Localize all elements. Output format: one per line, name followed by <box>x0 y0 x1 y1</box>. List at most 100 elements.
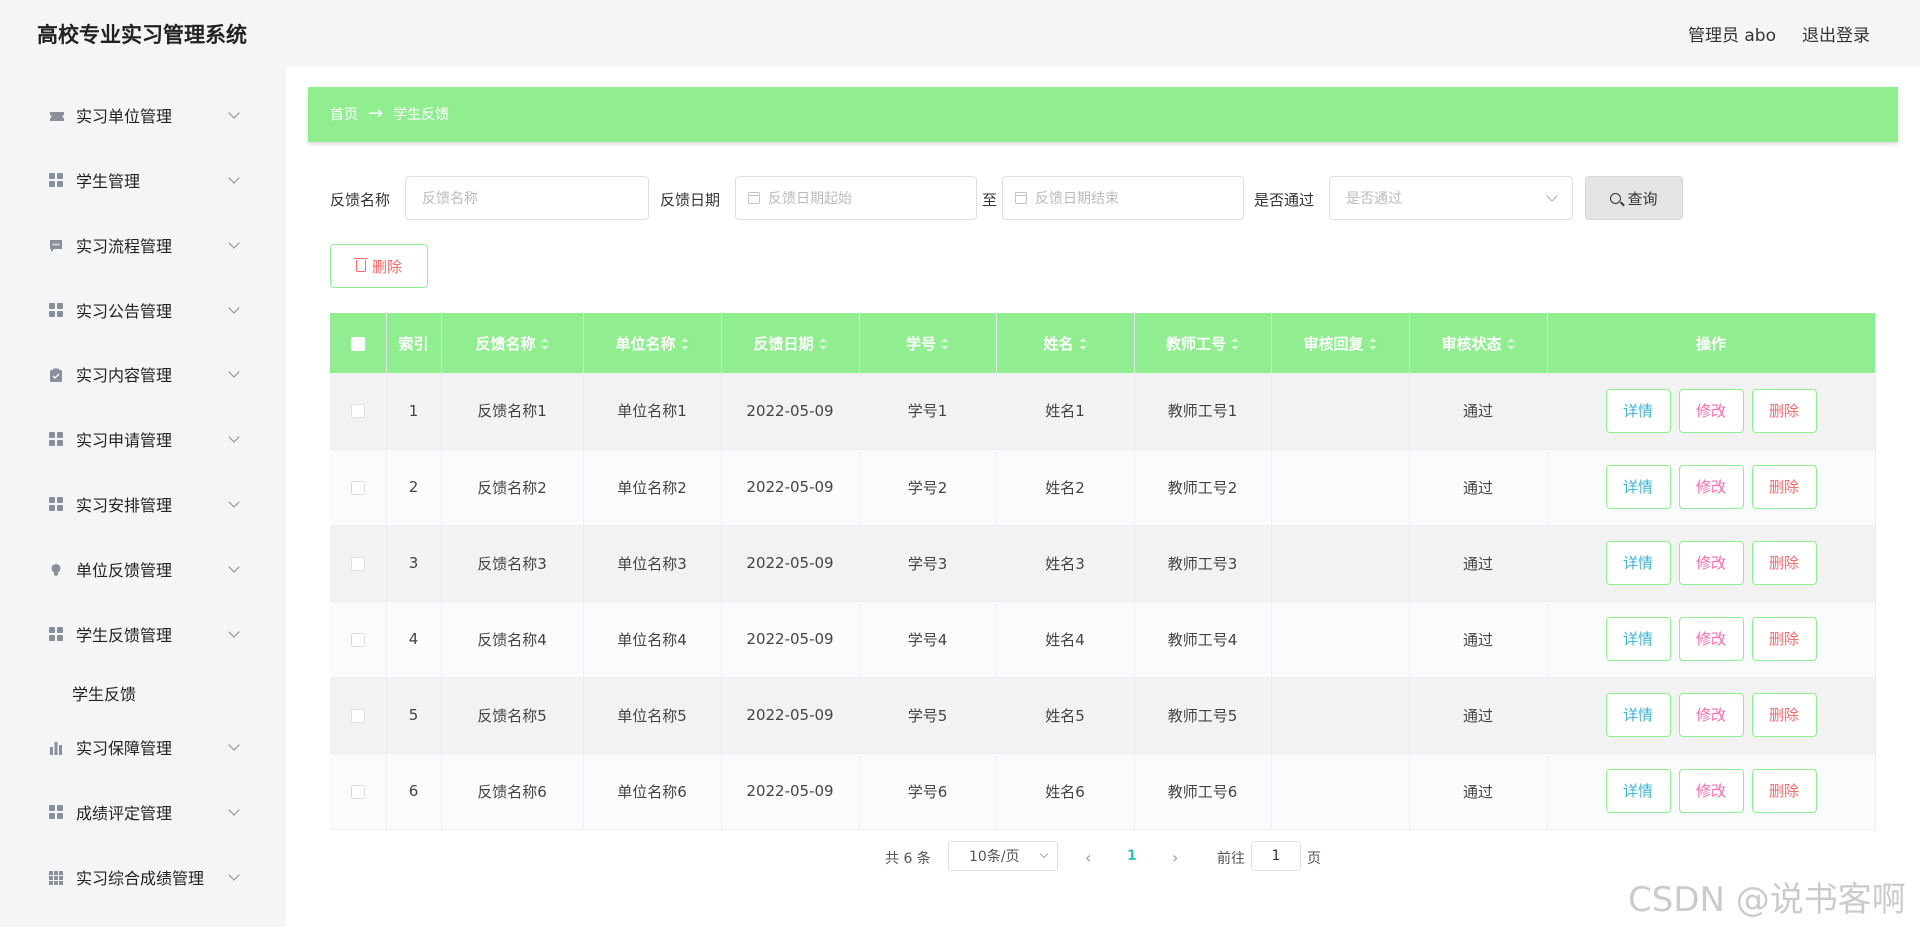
edit-button[interactable]: 修改 <box>1678 541 1744 585</box>
pass-status-label: 是否通过 <box>1254 191 1315 209</box>
row-checkbox[interactable] <box>350 708 365 723</box>
sidebar-item-guarantee-management[interactable]: 实习保障管理 <box>0 727 286 767</box>
delete-button[interactable]: 删除 <box>1751 617 1817 661</box>
column-header[interactable]: 姓名 <box>996 313 1135 373</box>
chevron-down-icon <box>228 237 240 249</box>
column-header[interactable]: 学号 <box>859 313 997 373</box>
watermark: CSDN @说书客啊 <box>1628 880 1906 920</box>
chat-icon <box>49 238 63 252</box>
page-number-current[interactable]: 1 <box>1127 848 1137 864</box>
prev-page-button[interactable]: ‹ <box>1085 848 1091 867</box>
next-page-button[interactable]: › <box>1172 848 1178 867</box>
chevron-down-icon <box>1039 849 1049 859</box>
index-cell: 5 <box>386 677 442 754</box>
sidebar-item-notice-management[interactable]: 实习公告管理 <box>0 290 286 330</box>
status-cell: 通过 <box>1409 449 1548 526</box>
batch-delete-button[interactable]: 删除 <box>330 244 428 288</box>
column-header[interactable]: 反馈名称 <box>441 313 584 373</box>
actions-cell: 详情 修改 删除 <box>1547 753 1876 830</box>
pass-status-select[interactable]: 是否通过 <box>1329 176 1573 220</box>
reply-cell <box>1271 601 1410 678</box>
batch-delete-label: 删除 <box>371 257 402 276</box>
edit-button[interactable]: 修改 <box>1678 693 1744 737</box>
select-all-checkbox[interactable] <box>350 336 365 351</box>
breadcrumb: 首页 → 学生反馈 <box>330 104 449 124</box>
teacher-no-cell: 教师工号1 <box>1134 373 1272 450</box>
sort-icon[interactable] <box>540 338 549 350</box>
detail-button[interactable]: 详情 <box>1605 617 1671 661</box>
date-range-separator: 至 <box>982 191 998 209</box>
column-header-label: 学号 <box>905 334 936 353</box>
bulb-icon <box>49 562 63 576</box>
breadcrumb-arrow-icon: → <box>368 103 384 124</box>
edit-button[interactable]: 修改 <box>1678 388 1744 433</box>
sidebar-item-student-feedback-management[interactable]: 学生反馈管理 <box>0 614 286 654</box>
logout-button[interactable]: 退出登录 <box>1802 21 1870 46</box>
query-button[interactable]: 查询 <box>1585 176 1683 220</box>
goto-suffix: 页 <box>1307 851 1321 867</box>
delete-button[interactable]: 删除 <box>1751 769 1817 813</box>
breadcrumb-home[interactable]: 首页 <box>330 104 358 124</box>
column-header[interactable]: 教师工号 <box>1134 313 1272 373</box>
feedback-name-input[interactable]: 反馈名称 <box>405 176 649 220</box>
detail-button[interactable]: 详情 <box>1605 541 1671 585</box>
search-form: 反馈名称 反馈名称 反馈日期 反馈日期起始 至 反馈日期结束 是否通过 是否通过… <box>0 176 1920 220</box>
detail-button[interactable]: 详情 <box>1605 769 1671 813</box>
actions-cell: 详情 修改 删除 <box>1547 525 1876 602</box>
sidebar-item-unit-feedback-management[interactable]: 单位反馈管理 <box>0 549 286 589</box>
edit-button[interactable]: 修改 <box>1678 617 1744 661</box>
table-row: 1 反馈名称1 单位名称1 2022-05-09 学号1 姓名1 教师工号1 通… <box>330 373 1876 450</box>
sidebar-item-application-management[interactable]: 实习申请管理 <box>0 419 286 459</box>
sort-icon[interactable] <box>1231 338 1239 350</box>
top-header: 高校专业实习管理系统 管理员 abo 退出登录 <box>0 0 1920 66</box>
delete-button[interactable]: 删除 <box>1751 465 1817 509</box>
row-select-cell <box>330 601 387 678</box>
detail-button[interactable]: 详情 <box>1605 465 1671 509</box>
chevron-down-icon <box>228 366 240 378</box>
sort-icon[interactable] <box>680 338 689 350</box>
sidebar-item-arrangement-management[interactable]: 实习安排管理 <box>0 484 286 524</box>
delete-button[interactable]: 删除 <box>1751 693 1817 737</box>
goto-page-input[interactable]: 1 <box>1251 841 1301 871</box>
edit-button[interactable]: 修改 <box>1678 769 1744 813</box>
column-header[interactable]: 反馈日期 <box>721 313 860 373</box>
pass-status-placeholder: 是否通过 <box>1346 191 1402 207</box>
student-name-cell: 姓名4 <box>996 601 1135 678</box>
sort-icon[interactable] <box>818 338 827 350</box>
student-no-cell: 学号1 <box>859 373 997 450</box>
edit-button[interactable]: 修改 <box>1678 465 1744 509</box>
delete-button[interactable]: 删除 <box>1751 388 1817 433</box>
unit-name-cell: 单位名称5 <box>583 677 722 754</box>
student-no-cell: 学号6 <box>859 753 997 830</box>
detail-button[interactable]: 详情 <box>1605 693 1671 737</box>
column-header[interactable]: 审核状态 <box>1409 313 1548 373</box>
current-user-label[interactable]: 管理员 abo <box>1688 21 1776 46</box>
date-end-input[interactable]: 反馈日期结束 <box>1002 176 1244 220</box>
sidebar-item-grade-management[interactable]: 成绩评定管理 <box>0 792 286 832</box>
sort-icon[interactable] <box>1078 338 1087 350</box>
sidebar-subitem-student-feedback[interactable]: 学生反馈 <box>72 681 136 705</box>
sidebar-item-process-management[interactable]: 实习流程管理 <box>0 225 286 265</box>
row-checkbox[interactable] <box>350 632 365 647</box>
detail-button[interactable]: 详情 <box>1605 388 1671 433</box>
sidebar-item-content-management[interactable]: 实习内容管理 <box>0 354 286 394</box>
feedback-date-cell: 2022-05-09 <box>721 753 860 830</box>
sort-icon[interactable] <box>941 338 949 350</box>
column-header[interactable]: 审核回复 <box>1271 313 1410 373</box>
grid-icon <box>49 303 63 317</box>
row-checkbox[interactable] <box>350 404 365 419</box>
date-start-input[interactable]: 反馈日期起始 <box>735 176 977 220</box>
reply-cell <box>1271 753 1410 830</box>
sidebar-item-unit-management[interactable]: 实习单位管理 <box>0 95 286 135</box>
page-size-select[interactable]: 10条/页 <box>948 841 1058 871</box>
row-checkbox[interactable] <box>350 784 365 799</box>
column-header[interactable]: 单位名称 <box>583 313 722 373</box>
row-checkbox[interactable] <box>350 480 365 495</box>
sort-icon[interactable] <box>1368 338 1377 350</box>
row-checkbox[interactable] <box>350 556 365 571</box>
delete-button[interactable]: 删除 <box>1751 541 1817 585</box>
sort-icon[interactable] <box>1506 338 1515 350</box>
date-end-placeholder: 反馈日期结束 <box>1035 191 1119 207</box>
reply-cell <box>1271 677 1410 754</box>
table-header-row: 索引 反馈名称 单位名称 反馈日期 学号 姓名 教师工号 审核回复 审核状态 操… <box>330 313 1876 373</box>
